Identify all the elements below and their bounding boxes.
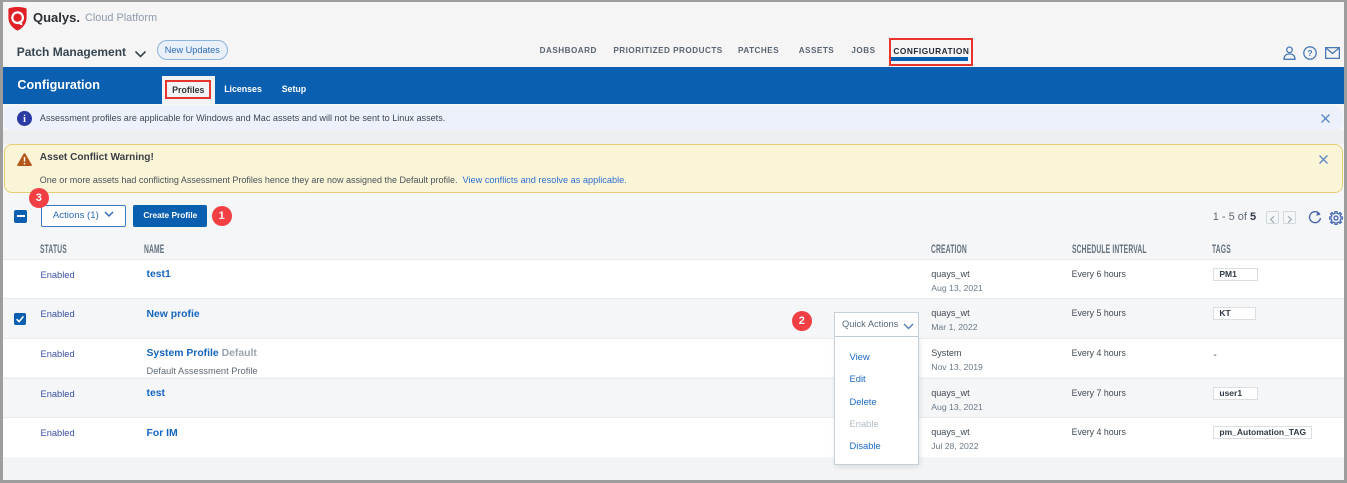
svg-text:i: i xyxy=(23,114,26,125)
svg-text:?: ? xyxy=(1308,48,1313,58)
